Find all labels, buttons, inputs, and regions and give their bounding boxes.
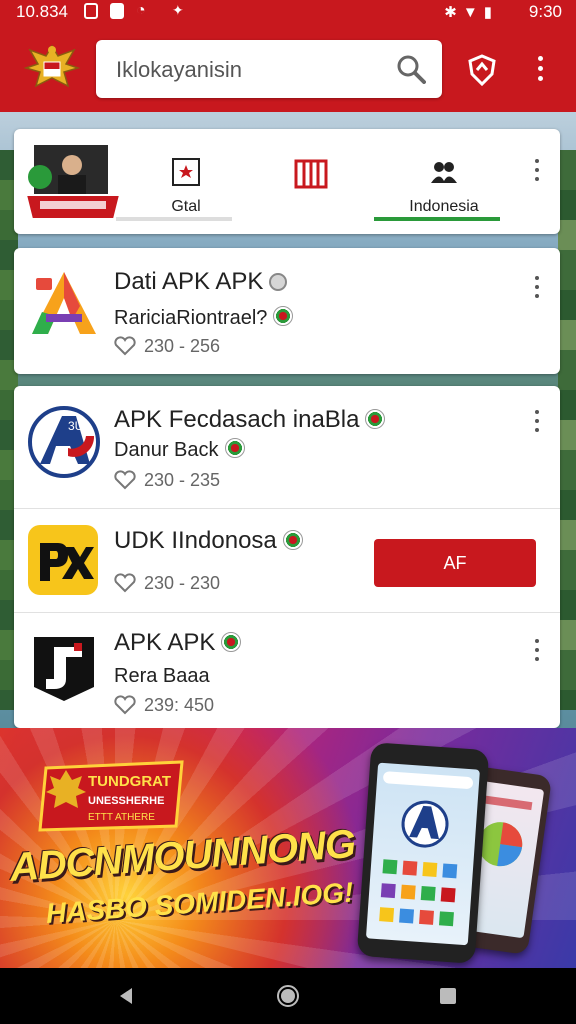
app-stats: 230 - 235	[114, 470, 220, 491]
garuda-emblem-icon[interactable]	[22, 38, 82, 98]
category-thumbnail[interactable]	[22, 143, 124, 223]
back-icon[interactable]	[114, 984, 138, 1008]
list-item[interactable]: 3U APK Fecdasach inaBla Danur Back 230 -…	[14, 386, 560, 508]
svg-text:3U: 3U	[68, 419, 83, 433]
heart-icon[interactable]	[114, 695, 136, 715]
app-subtitle: Rera Baaa	[114, 665, 210, 687]
app-title: APK APK	[114, 629, 242, 657]
item-menu-icon[interactable]	[532, 276, 542, 304]
notification-icon: ◔	[136, 2, 146, 19]
category-store[interactable]	[234, 157, 360, 261]
app-title: APK Fecdasach inaBla	[114, 406, 386, 434]
phone-mockup-front	[356, 742, 490, 964]
category-indonesia[interactable]: Indonesia	[374, 157, 504, 221]
status-bar: 10.834 ◔ ✦ ✱▼▮ 9:30	[0, 0, 576, 24]
connectivity-icons: ✱▼▮	[444, 3, 498, 21]
battery-icon: ▮	[483, 4, 498, 21]
sim-icon	[84, 3, 98, 19]
category-label: Indonesia	[409, 198, 479, 215]
app-logo-icon	[28, 525, 98, 595]
app-stats: 230 - 230	[114, 573, 220, 594]
archive-icon	[294, 159, 328, 189]
app-list-card: 3U APK Fecdasach inaBla Danur Back 230 -…	[14, 386, 560, 728]
flag-badge-icon	[282, 530, 303, 550]
home-icon[interactable]	[276, 984, 300, 1008]
app-card[interactable]: Dati APK APK RariciaRiontrael? 230 - 256	[14, 248, 560, 374]
app-subtitle: RariciaRiontrael?	[114, 306, 294, 330]
badge-line-2: UNESSHERHE	[88, 795, 164, 807]
app-logo-icon	[34, 637, 94, 701]
heart-icon[interactable]	[114, 573, 136, 593]
recents-icon[interactable]	[436, 984, 460, 1008]
flag-badge-icon	[221, 632, 242, 652]
app-stats: 230 - 256	[114, 336, 220, 357]
install-button[interactable]: AF	[374, 539, 536, 587]
verified-icon	[269, 273, 288, 291]
status-time-right: 9:30	[528, 2, 562, 21]
app-logo-icon	[32, 272, 96, 334]
app-logo-icon: 3U	[28, 406, 100, 478]
search-bar[interactable]	[96, 40, 442, 98]
star-badge-icon	[172, 158, 200, 186]
category-underline	[374, 217, 500, 221]
promo-banner[interactable]: TUNDGRAT UNESSHERHE ETTT ATHERE ADCNMOUN…	[0, 728, 576, 968]
badge-line-3: ETTT ATHERE	[88, 812, 155, 823]
category-underline	[116, 217, 232, 221]
item-menu-icon[interactable]	[532, 410, 542, 438]
category-bar: Gtal Indonesia	[14, 129, 560, 261]
list-item[interactable]: APK APK Rera Baaa 239: 450	[14, 613, 560, 728]
heart-icon[interactable]	[114, 336, 136, 356]
app-subtitle: Danur Back	[114, 438, 245, 462]
category-menu-icon[interactable]	[532, 159, 542, 187]
flag-badge-icon	[273, 306, 294, 326]
bluetooth-icon: ✱	[444, 4, 463, 21]
flag-badge-icon	[365, 409, 386, 429]
people-icon	[431, 162, 457, 183]
item-menu-icon[interactable]	[532, 639, 542, 667]
search-icon[interactable]	[396, 54, 426, 84]
wifi-icon: ▼	[462, 4, 484, 21]
background-trees-right	[558, 150, 576, 710]
category-gtal[interactable]: Gtal	[116, 157, 232, 221]
app-title: Dati APK APK	[114, 268, 288, 296]
system-nav-bar	[0, 968, 576, 1024]
list-item[interactable]: Dati APK APK RariciaRiontrael? 230 - 256	[14, 248, 560, 374]
search-input[interactable]	[114, 52, 388, 88]
phone-app-grid	[379, 771, 473, 927]
app-stats: 239: 450	[114, 695, 214, 716]
status-time: 10.834	[16, 2, 68, 21]
shield-icon[interactable]	[468, 54, 496, 86]
promo-badge: TUNDGRAT UNESSHERHE ETTT ATHERE	[38, 760, 184, 832]
list-item[interactable]: UDK IIndonosa 230 - 230 AF	[14, 509, 560, 611]
phone-screen	[365, 762, 480, 946]
overflow-menu-icon[interactable]	[534, 56, 546, 84]
app-bar	[0, 24, 576, 112]
app-title: UDK IIndonosa	[114, 527, 303, 555]
message-icon	[110, 3, 124, 19]
category-label: Gtal	[171, 198, 201, 215]
badge-line-1: TUNDGRAT	[88, 773, 171, 790]
heart-icon[interactable]	[114, 470, 136, 490]
flag-badge-icon	[224, 438, 245, 458]
charging-icon: ✦	[172, 2, 184, 18]
